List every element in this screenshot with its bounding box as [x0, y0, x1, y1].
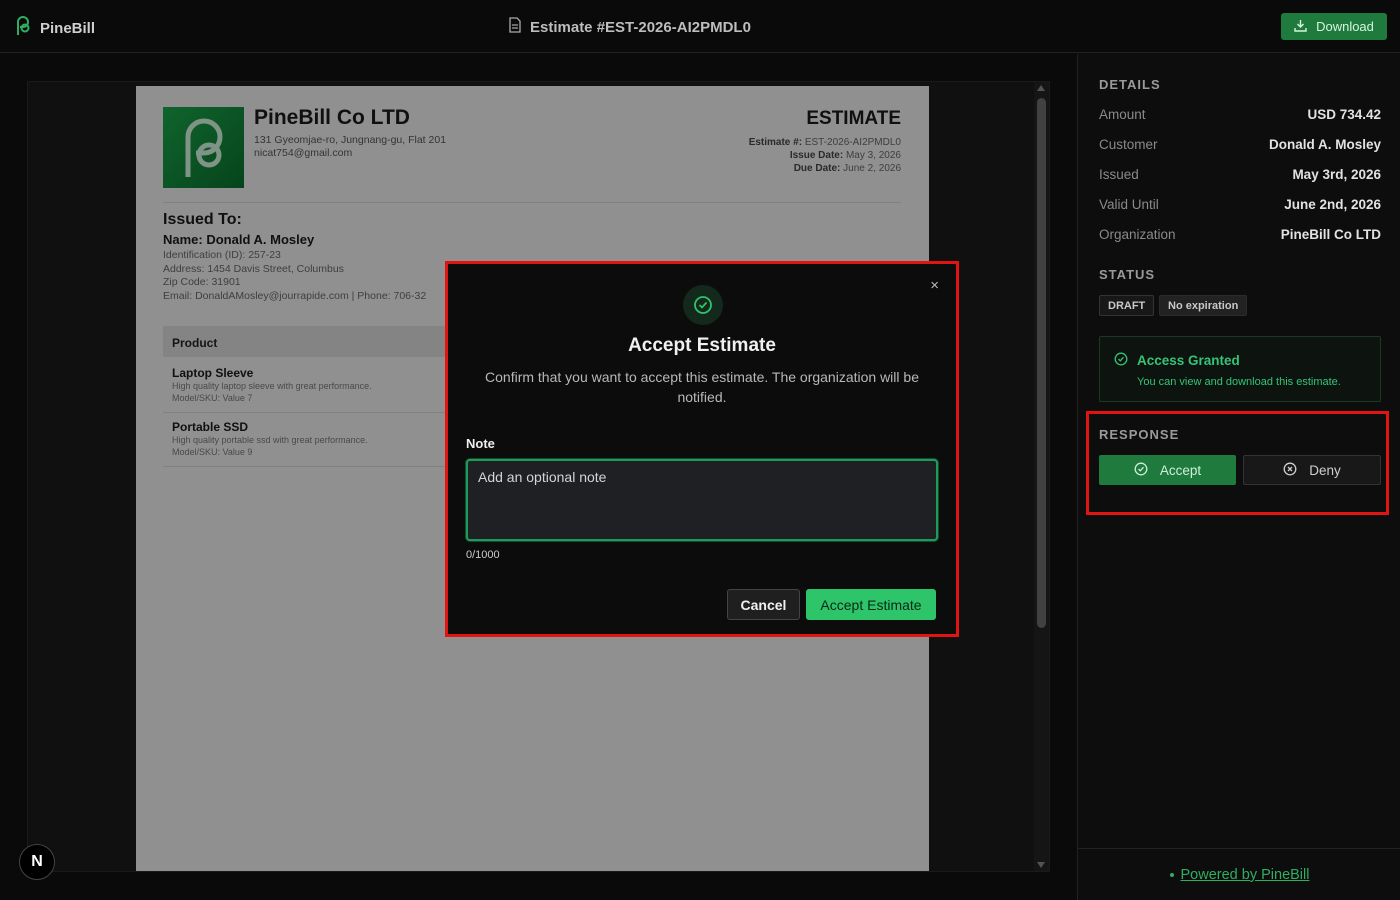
- detail-value: USD 734.42: [1307, 107, 1381, 122]
- detail-label: Valid Until: [1099, 197, 1159, 212]
- access-granted-notice: Access Granted You can view and download…: [1099, 336, 1381, 402]
- detail-label: Issued: [1099, 167, 1139, 182]
- note-label: Note: [466, 436, 495, 451]
- deny-label: Deny: [1309, 462, 1341, 478]
- nextjs-icon[interactable]: N: [19, 844, 55, 880]
- detail-row-amount: Amount USD 734.42: [1099, 107, 1381, 122]
- detail-row-organization: Organization PineBill Co LTD: [1099, 227, 1381, 242]
- download-icon: [1294, 19, 1307, 35]
- detail-row-issued: Issued May 3rd, 2026: [1099, 167, 1381, 182]
- dialog-title: Accept Estimate: [628, 335, 776, 356]
- pinebill-logo-icon: [14, 16, 32, 41]
- accept-label: Accept: [1159, 462, 1202, 478]
- status-dot: [1169, 872, 1174, 877]
- accept-button[interactable]: Accept: [1099, 455, 1236, 485]
- char-count: 0/1000: [466, 549, 500, 561]
- document-icon: [508, 17, 522, 37]
- detail-label: Organization: [1099, 227, 1176, 242]
- detail-value: June 2nd, 2026: [1284, 197, 1381, 212]
- detail-label: Customer: [1099, 137, 1158, 152]
- detail-label: Amount: [1099, 107, 1146, 122]
- sidebar-footer: Powered by PineBill: [1078, 848, 1400, 900]
- page-title-text: Estimate #EST-2026-AI2PMDL0: [530, 18, 751, 36]
- download-button[interactable]: Download: [1281, 13, 1387, 40]
- cancel-button[interactable]: Cancel: [727, 589, 800, 620]
- dialog-description: Confirm that you want to accept this est…: [485, 369, 919, 405]
- sidebar: DETAILS Amount USD 734.42 Customer Donal…: [1077, 54, 1400, 900]
- check-circle-icon: [1114, 352, 1128, 371]
- download-label: Download: [1316, 19, 1374, 34]
- status-badge: DRAFT: [1099, 295, 1155, 316]
- top-bar: PineBill Estimate #EST-2026-AI2PMDL0 Dow…: [0, 0, 1400, 53]
- detail-value: PineBill Co LTD: [1280, 227, 1381, 242]
- response-heading: RESPONSE: [1099, 427, 1180, 442]
- details-heading: DETAILS: [1099, 77, 1161, 92]
- deny-button[interactable]: Deny: [1243, 455, 1381, 485]
- powered-by-link[interactable]: Powered by PineBill: [1181, 867, 1310, 883]
- detail-row-customer: Customer Donald A. Mosley: [1099, 137, 1381, 152]
- access-subtitle: You can view and download this estimate.: [1137, 376, 1341, 388]
- access-title: Access Granted: [1137, 353, 1240, 368]
- status-heading: STATUS: [1099, 267, 1156, 282]
- page-title: Estimate #EST-2026-AI2PMDL0: [508, 17, 751, 37]
- brand[interactable]: PineBill: [14, 16, 95, 41]
- detail-value: May 3rd, 2026: [1292, 167, 1381, 182]
- note-input[interactable]: [466, 459, 938, 541]
- x-circle-icon: [1283, 462, 1297, 479]
- detail-row-valid-until: Valid Until June 2nd, 2026: [1099, 197, 1381, 212]
- check-circle-icon: [683, 285, 723, 325]
- brand-name: PineBill: [40, 20, 96, 37]
- check-circle-icon: [1134, 462, 1148, 479]
- close-icon[interactable]: ×: [930, 277, 939, 294]
- accept-estimate-button[interactable]: Accept Estimate: [806, 589, 936, 620]
- detail-value: Donald A. Mosley: [1268, 137, 1381, 152]
- accept-estimate-dialog: × Accept Estimate Confirm that you want …: [445, 261, 959, 637]
- expiration-badge: No expiration: [1159, 295, 1248, 316]
